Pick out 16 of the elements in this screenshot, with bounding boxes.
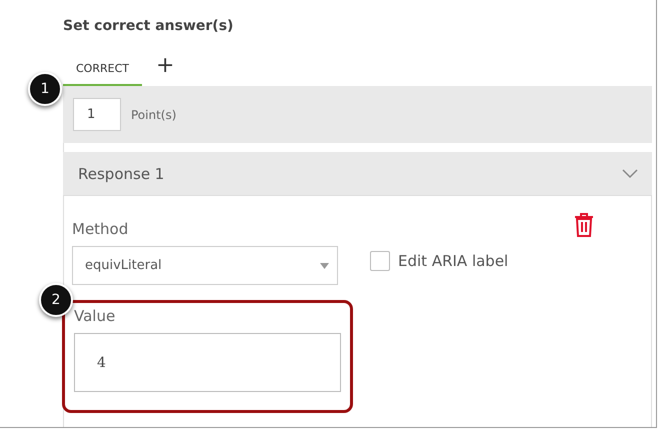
value-label: Value: [74, 307, 116, 325]
step-badge: 2: [39, 283, 73, 317]
add-tab-button[interactable]: +: [142, 55, 174, 86]
aria-checkbox[interactable]: [370, 251, 390, 271]
value-field[interactable]: 4: [74, 333, 341, 392]
section-heading: Set correct answer(s): [63, 17, 234, 36]
response-title: Response 1: [78, 164, 164, 182]
trash-icon[interactable]: [574, 213, 594, 237]
dropdown-caret-icon: [320, 262, 329, 268]
method-dropdown[interactable]: equivLiteral: [72, 246, 338, 285]
points-field[interactable]: 1: [73, 98, 121, 131]
step-badge: 1: [28, 72, 62, 106]
method-label: Method: [72, 220, 130, 238]
points-label: Point(s): [131, 108, 176, 122]
aria-checkbox-label: Edit ARIA label: [398, 252, 508, 270]
chevron-icon[interactable]: [622, 168, 638, 178]
